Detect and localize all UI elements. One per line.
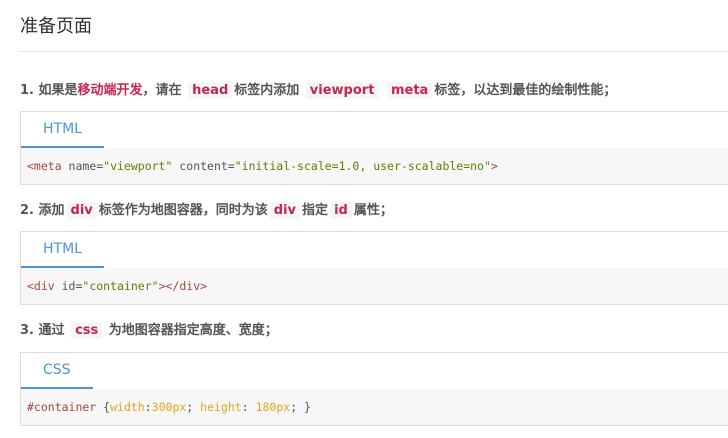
code-token: 300px [151,400,187,414]
code-token: <meta [27,159,62,173]
code-token: id= [54,279,83,293]
code-token: ></div> [158,279,208,293]
code-token: #container [27,400,97,414]
code-token: "container" [82,279,159,293]
inline-code: viewport [305,82,379,99]
code-tab-css[interactable]: CSS [21,353,93,389]
step-number: 2. [20,203,34,218]
code-content: <meta name="viewport" content="initial-s… [21,148,728,184]
code-tab-html[interactable]: HTML [21,232,104,268]
code-token: > [490,159,498,173]
code-token: "viewport" [103,159,173,173]
page-title: 准备页面 [20,16,92,37]
inline-code: meta [386,82,433,99]
step-text: 通过 [38,323,65,338]
inline-code: id [330,202,352,219]
code-token: : [241,400,256,414]
code-token: 180px [255,400,291,414]
inline-code: div [269,202,301,219]
highlight-text: 移动端开发 [77,83,143,98]
step-text: 标签作为地图容器，同时为该 [98,203,268,218]
code-tab-html[interactable]: HTML [21,112,104,148]
step-text: 添加 [38,203,65,218]
inline-code: css [71,322,103,339]
inline-code: head [188,82,233,99]
code-block-3: CSS #container {width:300px; height: 180… [20,352,728,426]
step-3-text: 3. 通过 css 为地图容器指定高度、宽度； [20,319,278,339]
inline-code: div [66,202,97,219]
code-block-2: HTML <div id="container"></div> [20,231,728,305]
code-token: : [144,400,152,414]
step-2-text: 2. 添加 div 标签作为地图容器，同时为该 div 指定 id 属性； [20,199,393,219]
step-text: 为地图容器指定高度、宽度； [108,323,278,338]
code-token: ; [186,400,201,414]
code-token: { [96,400,111,414]
step-text: 标签内添加 [234,83,300,98]
step-text: ，请在 [142,83,182,98]
step-text: 属性； [353,203,393,218]
title-divider [20,51,728,52]
code-token: content= [172,159,235,173]
step-text: 如果是 [38,83,78,98]
code-block-1: HTML <meta name="viewport" content="init… [20,111,728,185]
code-token: name= [61,159,104,173]
code-token: height [200,400,242,414]
code-token: <div [27,279,55,293]
step-number: 1. [20,83,34,98]
step-number: 3. [20,323,34,338]
code-content: #container {width:300px; height: 180px; … [21,389,728,425]
code-token: ; } [290,400,311,414]
step-text: 标签，以达到最佳的绘制性能； [434,83,617,98]
code-content: <div id="container"></div> [21,268,728,304]
step-1-text: 1. 如果是移动端开发，请在 head 标签内添加 viewport meta 标签… [20,79,617,99]
code-token: "initial-scale=1.0, user-scalable=no" [234,159,491,173]
code-token: width [110,400,145,414]
step-text: 指定 [302,203,329,218]
